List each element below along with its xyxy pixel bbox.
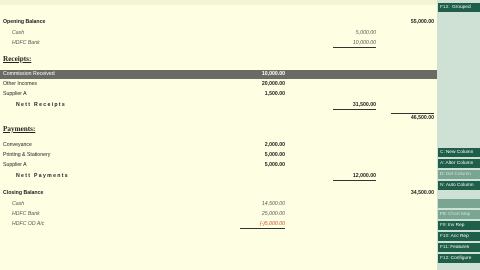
closing-item-label: Cash bbox=[12, 201, 25, 207]
nett-receipts-label: Nett Receipts bbox=[16, 102, 67, 108]
auto-column-button[interactable]: N:Auto Column bbox=[438, 181, 480, 191]
payment-value: 5,000.00 bbox=[264, 162, 285, 168]
receipts-section-title: Receipts: bbox=[3, 55, 32, 63]
button-key: F11: bbox=[440, 245, 450, 250]
nett-receipts-row[interactable]: Nett Receipts 31,500.00 bbox=[0, 101, 437, 110]
receipt-row[interactable]: Commission Received 10,000.00 bbox=[0, 70, 437, 79]
configure-button[interactable]: F12:Configure bbox=[438, 254, 480, 264]
receipt-label: Other Incomes bbox=[3, 81, 38, 87]
nett-payments-label: Nett Payments bbox=[16, 173, 69, 179]
button-key: N: bbox=[440, 183, 445, 188]
cash-flow-report: Opening Balance 55,000.00 Cash 5,000.00 … bbox=[0, 0, 437, 270]
receipt-label: Commission Received bbox=[3, 71, 55, 77]
nett-payments-row[interactable]: Nett Payments 12,000.00 bbox=[0, 172, 437, 181]
nett-receipts-value: 31,500.00 bbox=[332, 101, 376, 110]
blank-button bbox=[438, 199, 480, 209]
payment-label: Conveyance bbox=[3, 142, 32, 148]
alter-column-button[interactable]: A:Alter Column bbox=[438, 159, 480, 169]
payments-section-title: Payments: bbox=[3, 125, 36, 133]
nett-payments-value: 12,000.00 bbox=[332, 172, 376, 181]
running-balance-value: 46,500.00 bbox=[390, 113, 434, 122]
acc-rep-button[interactable]: F10:Acc Rep bbox=[438, 232, 480, 242]
button-key: F10: bbox=[440, 234, 450, 239]
closing-item-value: 25,000.00 bbox=[261, 211, 285, 217]
opening-cash-label: Cash bbox=[12, 30, 25, 36]
closing-item-row[interactable]: HDFC Bank 25,000.00 bbox=[0, 210, 437, 219]
del-column-button: D:Del Column bbox=[438, 170, 480, 180]
button-bar: F12: Grouped C:New Column A:Alter Column D… bbox=[437, 0, 480, 270]
button-key: F8: bbox=[440, 212, 447, 217]
closing-balance-row[interactable]: Closing Balance 34,500.00 bbox=[0, 189, 437, 198]
button-key: F12: bbox=[440, 256, 450, 261]
closing-item-label: HDFC Bank bbox=[12, 211, 40, 217]
features-button[interactable]: F11:Features bbox=[438, 243, 480, 253]
button-label: Alter Column bbox=[445, 161, 474, 166]
receipt-value: 20,000.00 bbox=[261, 81, 285, 87]
receipt-value: 10,000.00 bbox=[261, 71, 285, 77]
grouped-key: F12: bbox=[440, 5, 450, 10]
payment-label: Printing & Stationery bbox=[3, 152, 51, 158]
opening-hdfc-label: HDFC Bank bbox=[12, 40, 40, 46]
button-label: Auto Column bbox=[445, 183, 474, 188]
receipt-value: 1,500.00 bbox=[264, 91, 285, 97]
button-key: A: bbox=[440, 161, 445, 166]
closing-balance-total: 34,500.00 bbox=[410, 190, 434, 196]
button-key: F9: bbox=[440, 223, 447, 228]
button-label: Inv Rep bbox=[447, 223, 465, 228]
opening-balance-total: 55,000.00 bbox=[410, 19, 434, 25]
payment-row[interactable]: Supplier A 5,000.00 bbox=[0, 161, 437, 170]
closing-item-row[interactable]: Cash 14,500.00 bbox=[0, 200, 437, 209]
chart-map-button: F8:Chart Map bbox=[438, 210, 480, 220]
button-label: Chart Map bbox=[447, 212, 471, 217]
receipt-row[interactable]: Other Incomes 20,000.00 bbox=[0, 80, 437, 89]
grouped-label: Grouped bbox=[451, 5, 471, 10]
button-key: D: bbox=[440, 172, 445, 177]
payment-row[interactable]: Conveyance 2,000.00 bbox=[0, 141, 437, 150]
receipts-section-row: Receipts: bbox=[0, 55, 437, 66]
opening-hdfc-row[interactable]: HDFC Bank 10,000.00 bbox=[0, 39, 437, 48]
opening-balance-row[interactable]: Opening Balance 55,000.00 bbox=[0, 18, 437, 27]
payment-value: 5,000.00 bbox=[264, 152, 285, 158]
opening-cash-row[interactable]: Cash 5,000.00 bbox=[0, 29, 437, 38]
payment-value: 2,000.00 bbox=[264, 142, 285, 148]
button-label: New Column bbox=[445, 150, 474, 155]
payments-section-row: Payments: bbox=[0, 125, 437, 136]
opening-hdfc-value: 10,000.00 bbox=[332, 39, 376, 48]
opening-cash-value: 5,000.00 bbox=[355, 30, 376, 36]
closing-item-value: 14,500.00 bbox=[261, 201, 285, 207]
closing-balance-label: Closing Balance bbox=[3, 190, 44, 196]
new-column-button[interactable]: C:New Column bbox=[438, 148, 480, 158]
report-header-strip bbox=[0, 0, 437, 5]
receipt-row[interactable]: Supplier A 1,500.00 bbox=[0, 90, 437, 99]
closing-item-row[interactable]: HDFC OD A/c (-)5,000.00 bbox=[0, 220, 437, 229]
payment-row[interactable]: Printing & Stationery 5,000.00 bbox=[0, 151, 437, 160]
button-label: Features bbox=[450, 245, 470, 250]
closing-item-value: (-)5,000.00 bbox=[239, 220, 285, 229]
button-label: Configure bbox=[450, 256, 472, 261]
receipt-label: Supplier A bbox=[3, 91, 27, 97]
running-balance-row: 46,500.00 bbox=[0, 113, 437, 122]
button-key: C: bbox=[440, 150, 445, 155]
button-label: Del Column bbox=[445, 172, 471, 177]
inv-rep-button[interactable]: F9:Inv Rep bbox=[438, 221, 480, 231]
payment-label: Supplier A bbox=[3, 162, 27, 168]
closing-item-label: HDFC OD A/c bbox=[12, 221, 45, 227]
opening-balance-label: Opening Balance bbox=[3, 19, 46, 25]
button-label: Acc Rep bbox=[450, 234, 469, 239]
grouped-button[interactable]: F12: Grouped bbox=[438, 3, 480, 13]
